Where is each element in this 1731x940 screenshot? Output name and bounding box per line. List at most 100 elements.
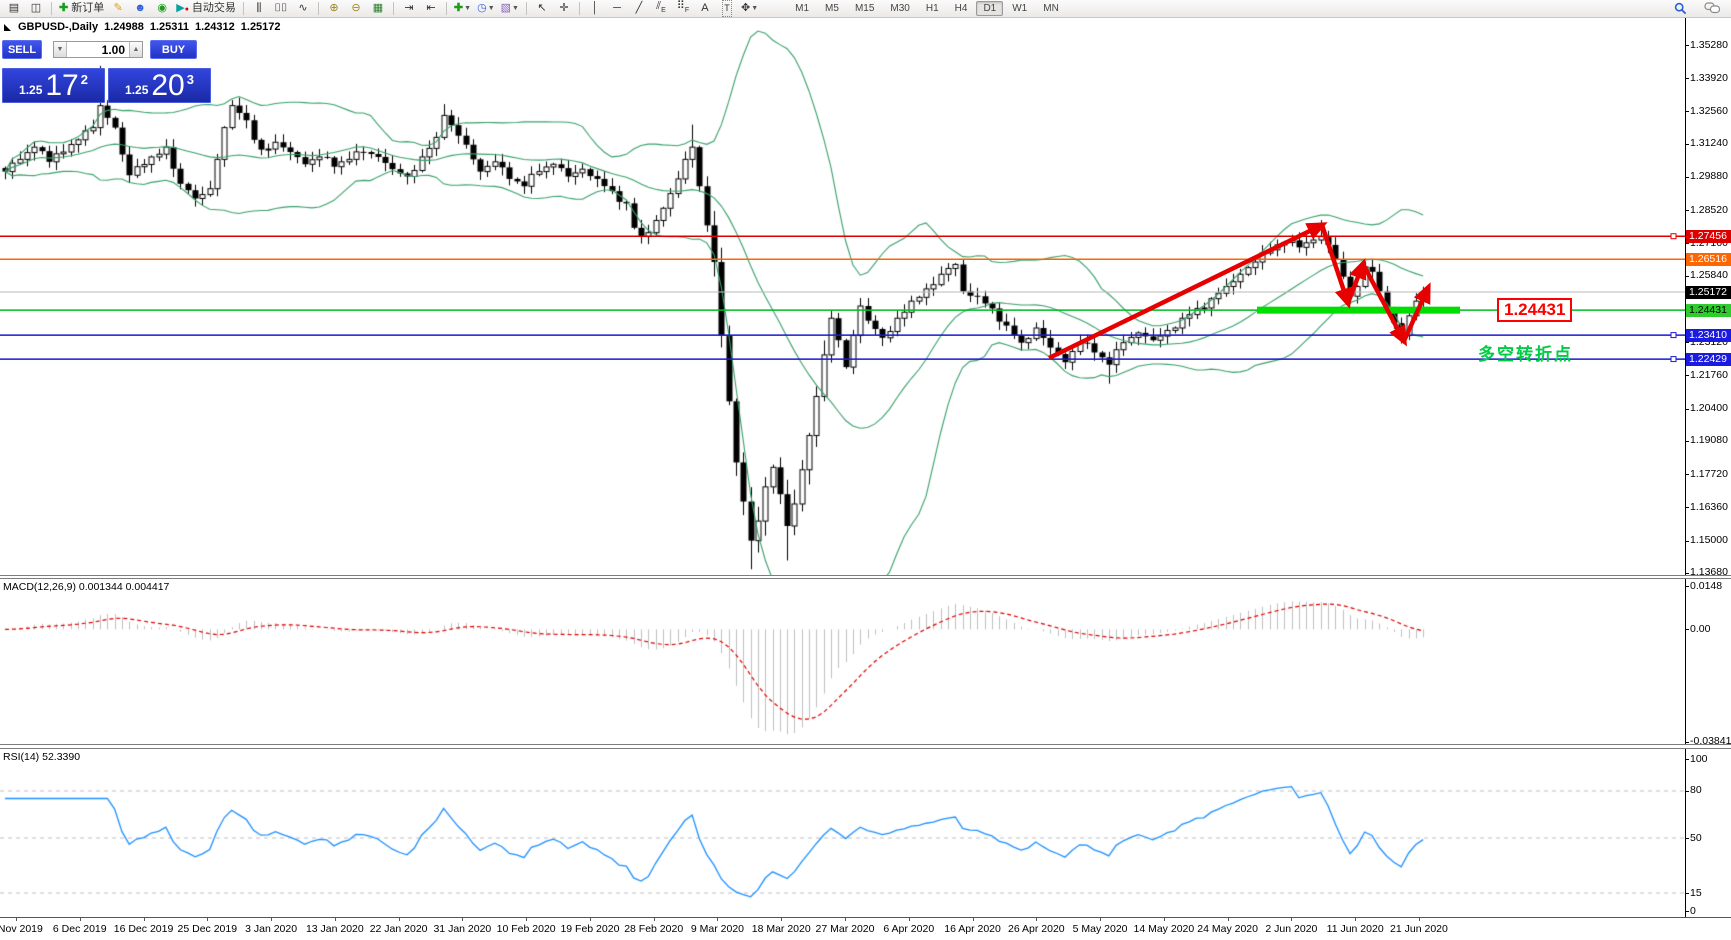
axis-tick <box>1685 911 1689 912</box>
price-chip-1.23410: 1.23410 <box>1686 328 1731 342</box>
date-label: 11 Jun 2020 <box>1326 923 1384 935</box>
date-tick <box>207 918 209 921</box>
price-tick-label: 1.13680 <box>1690 566 1728 579</box>
pane-separator[interactable] <box>0 575 1731 579</box>
date-tick <box>1227 918 1229 921</box>
indicators-button[interactable]: ✚ ▼ <box>452 1 473 16</box>
date-tick <box>845 918 846 921</box>
fibonacci-button[interactable]: ⠿F <box>673 0 693 16</box>
buy-button[interactable]: BUY <box>150 40 197 59</box>
signal-icon[interactable]: ◉ <box>152 1 172 16</box>
sell-price-main: 17 <box>45 68 79 102</box>
axis-tick <box>1685 111 1689 113</box>
one-click-trading-panel: SELL ▼ ▲ BUY 1.25 17 2 1.25 20 3 <box>2 40 212 103</box>
sell-price-box[interactable]: 1.25 17 2 <box>2 68 105 103</box>
axis-tick <box>1685 342 1689 344</box>
zoom-out-icon[interactable]: ⊖ <box>346 1 366 16</box>
toolbar: ▤ ◫ ✚ 新订单 ✎ ☻ ◉ ▶● 自动交易 ⫼ ⌷⌷ ∿ ⊕ ⊖ ▦ ⇥ ⇤… <box>0 0 1731 18</box>
crayon-icon[interactable]: ✎ <box>108 1 128 16</box>
date-label: 26 Apr 2020 <box>1007 923 1065 935</box>
axis-tick <box>1685 275 1689 277</box>
axis-tick <box>1685 790 1689 792</box>
axis-tick <box>1685 143 1689 145</box>
bar-chart-icon[interactable]: ⫼ <box>249 1 269 16</box>
chart-shift-icon[interactable]: ⇤ <box>421 1 441 16</box>
line-chart-icon[interactable]: ∿ <box>293 1 313 16</box>
date-label: 16 Dec 2019 <box>113 923 174 935</box>
timeframe-button-m5[interactable]: M5 <box>818 1 846 16</box>
trendline-button[interactable]: ╱ <box>629 1 649 16</box>
price-tick-label: 1.32560 <box>1690 104 1728 117</box>
crosshair-button[interactable]: ✛ <box>554 1 574 16</box>
buy-price-prefix: 1.25 <box>125 82 149 97</box>
timeframe-button-mn[interactable]: MN <box>1036 1 1066 16</box>
sell-button[interactable]: SELL <box>2 40 42 59</box>
timeframe-button-m15[interactable]: M15 <box>848 1 881 16</box>
tick-chart-icon[interactable]: ◫ <box>26 1 46 16</box>
axis-tick <box>1685 507 1689 509</box>
symbol-marker-icon <box>4 23 11 31</box>
search-icon[interactable] <box>1670 1 1690 16</box>
pivot-note-text[interactable]: 多空转折点 <box>1478 340 1573 365</box>
volume-input[interactable] <box>67 42 129 57</box>
new-order-button[interactable]: ✚ 新订单 <box>57 1 106 16</box>
profile-icon[interactable]: ☻ <box>130 1 150 16</box>
sell-price-prefix: 1.25 <box>19 82 43 97</box>
horizontal-line-button[interactable]: ─ <box>607 1 627 16</box>
macd-pane-canvas[interactable] <box>0 579 1686 744</box>
date-label: 7 Nov 2019 <box>0 923 43 935</box>
timeframe-button-w1[interactable]: W1 <box>1005 1 1034 16</box>
date-tick <box>972 918 974 921</box>
date-label: 2 Jun 2020 <box>1265 923 1318 935</box>
timeframe-bar: M1 M5 M15 M30 H1 H4 D1 W1 MN <box>787 1 1067 16</box>
price-tick-label: 1.33920 <box>1690 71 1728 84</box>
date-tick <box>1418 918 1420 921</box>
autotrading-button[interactable]: ▶● 自动交易 <box>174 1 238 16</box>
date-tick <box>653 918 655 921</box>
new-chart-icon[interactable]: ▤ <box>4 1 24 16</box>
timeframe-button-h1[interactable]: H1 <box>919 1 946 16</box>
vertical-line-button[interactable]: │ <box>585 1 605 16</box>
equidistant-channel-button[interactable]: ⫽E <box>651 0 671 16</box>
date-label: 13 Jan 2020 <box>305 923 364 935</box>
rsi-pane-canvas[interactable] <box>0 749 1686 917</box>
quote-high: 1.25311 <box>149 21 189 33</box>
chat-icon[interactable] <box>1702 1 1723 16</box>
buy-price-box[interactable]: 1.25 20 3 <box>108 68 211 103</box>
price-chip-1.24431: 1.24431 <box>1686 303 1731 317</box>
volume-increase-button[interactable]: ▲ <box>129 42 142 57</box>
text-label-button[interactable]: T <box>717 0 737 17</box>
timeframe-button-h4[interactable]: H4 <box>948 1 975 16</box>
date-label: 6 Apr 2020 <box>883 923 935 935</box>
tile-windows-icon[interactable]: ▦ <box>368 1 388 16</box>
date-tick <box>781 918 783 921</box>
axis-tick <box>1685 440 1689 442</box>
quote-open: 1.24988 <box>104 21 144 33</box>
templates-button[interactable]: ▧ ▼ <box>499 1 521 16</box>
zoom-in-icon[interactable]: ⊕ <box>324 1 344 16</box>
date-label: 21 Jun 2020 <box>1390 923 1448 935</box>
price-callout-label[interactable]: 1.24431 <box>1497 298 1573 322</box>
timeframe-button-m30[interactable]: M30 <box>883 1 916 16</box>
macd-tick-label: 0.0148 <box>1690 579 1723 592</box>
price-chip-1.22429: 1.22429 <box>1686 352 1731 366</box>
price-chip-1.25172: 1.25172 <box>1686 285 1731 299</box>
timeframe-button-m1[interactable]: M1 <box>788 1 816 16</box>
periods-button[interactable]: ◷ ▼ <box>475 1 497 16</box>
timeframe-button-d1[interactable]: D1 <box>976 1 1004 16</box>
auto-scroll-icon[interactable]: ⇥ <box>399 1 419 16</box>
main-chart-canvas[interactable] <box>0 18 1686 575</box>
date-tick <box>589 918 591 921</box>
toolbar-separator <box>51 2 52 15</box>
date-tick <box>1355 918 1357 921</box>
price-tick-label: 1.31240 <box>1690 137 1728 150</box>
candlestick-chart-icon[interactable]: ⌷⌷ <box>271 1 291 16</box>
volume-decrease-button[interactable]: ▼ <box>54 42 67 57</box>
arrows-button[interactable]: ✥ ▼ <box>739 1 760 16</box>
date-axis[interactable]: 7 Nov 2019 6 Dec 2019 16 Dec 201925 Dec 20… <box>0 917 1731 940</box>
date-tick <box>79 918 81 921</box>
price-tick-label: 1.16360 <box>1690 500 1728 513</box>
pane-separator[interactable] <box>0 744 1731 749</box>
cursor-button[interactable]: ↖ <box>532 1 552 16</box>
text-button[interactable]: A <box>695 1 715 16</box>
